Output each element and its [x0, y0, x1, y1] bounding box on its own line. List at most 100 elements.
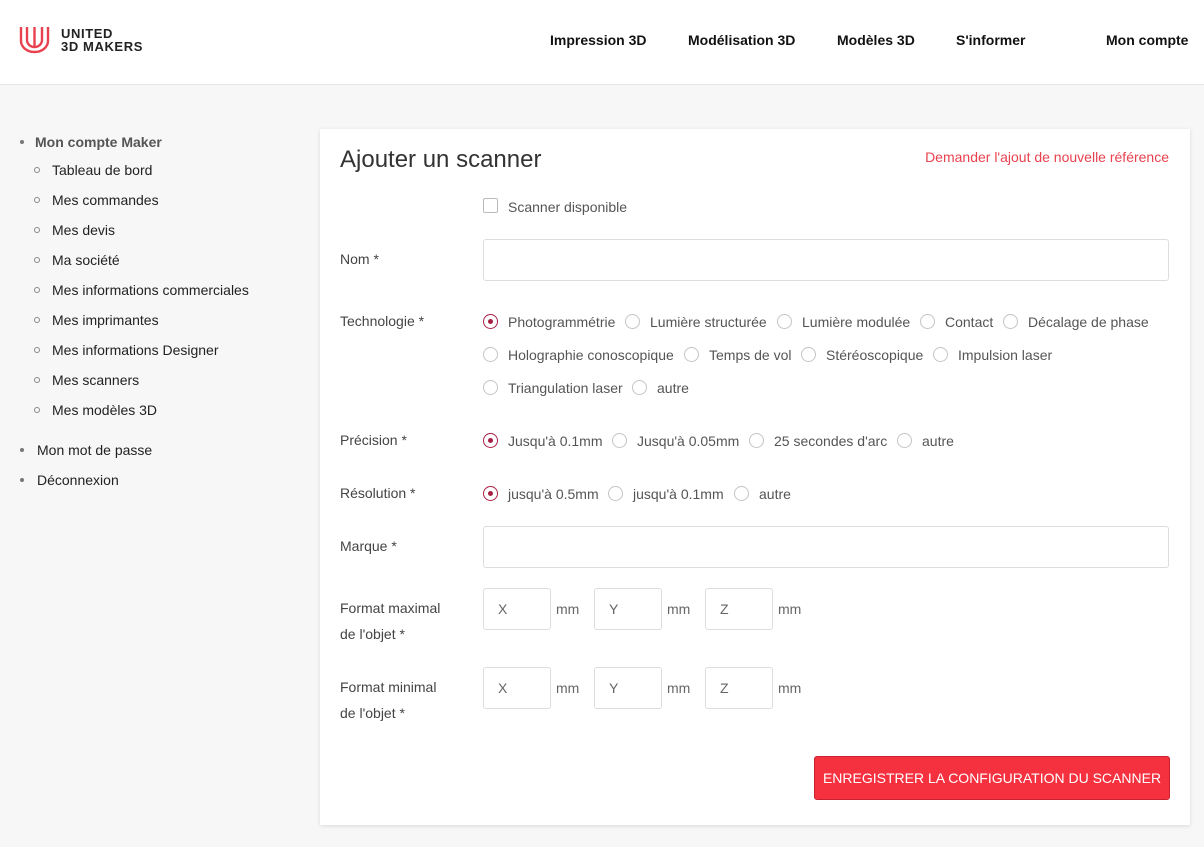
unit-label: mm: [667, 680, 691, 696]
technology-option-label[interactable]: Impulsion laser: [958, 347, 1052, 363]
unit-label: mm: [556, 601, 580, 617]
precision-option-label[interactable]: autre: [922, 433, 954, 449]
min-format-z-input[interactable]: [705, 667, 773, 709]
brand-logo[interactable]: UNITED 3D MAKERS: [19, 25, 143, 54]
max-format-x-input[interactable]: [483, 588, 551, 630]
technology-radio-photogrammetrie[interactable]: [483, 314, 498, 329]
circle-bullet-icon: [34, 197, 40, 203]
technology-option-label[interactable]: Photogrammétrie: [508, 314, 615, 330]
unit-label: mm: [778, 680, 802, 696]
bullet-icon: [20, 478, 24, 482]
min-format-label: Format minimal de l'objet *: [340, 674, 436, 726]
technology-radio-autre[interactable]: [632, 380, 647, 395]
technology-option-label[interactable]: Holographie conoscopique: [508, 347, 674, 363]
circle-bullet-icon: [34, 257, 40, 263]
technology-option-label[interactable]: Décalage de phase: [1028, 314, 1149, 330]
resolution-option-label[interactable]: autre: [759, 486, 791, 502]
precision-radio-0-1mm[interactable]: [483, 433, 498, 448]
united-3d-makers-logo-icon: [19, 27, 50, 54]
technology-label: Technologie *: [340, 313, 425, 329]
sidebar-section-label: Mon compte Maker: [35, 134, 162, 150]
circle-bullet-icon: [34, 167, 40, 173]
nav-mon-compte[interactable]: Mon compte: [1106, 32, 1188, 48]
sidebar-item-label: Mes scanners: [52, 372, 140, 388]
technology-radio-holographie-conoscopique[interactable]: [483, 347, 498, 362]
scanner-available-checkbox[interactable]: [483, 198, 498, 213]
logo-line-2: 3D MAKERS: [61, 38, 143, 54]
min-format-x-input[interactable]: [483, 667, 551, 709]
min-format-y-input[interactable]: [594, 667, 662, 709]
nav-modeles-3d[interactable]: Modèles 3D: [837, 32, 915, 48]
sidebar-item-label: Mes modèles 3D: [52, 402, 158, 418]
max-format-label: Format maximal de l'objet *: [340, 595, 440, 647]
resolution-radio-autre[interactable]: [734, 486, 749, 501]
resolution-radio-0-5mm[interactable]: [483, 486, 498, 501]
technology-radio-lumiere-structuree[interactable]: [625, 314, 640, 329]
precision-label: Précision *: [340, 432, 407, 448]
min-format-label-line-2: de l'objet *: [340, 705, 405, 721]
technology-radio-temps-de-vol[interactable]: [684, 347, 699, 362]
brand-input[interactable]: [483, 526, 1169, 568]
max-format-label-line-1: Format maximal: [340, 600, 441, 616]
technology-option-label[interactable]: Lumière structurée: [650, 314, 767, 330]
technology-option-label[interactable]: Stéréoscopique: [826, 347, 923, 363]
logo-text: UNITED 3D MAKERS: [61, 27, 143, 53]
nav-modelisation-3d[interactable]: Modélisation 3D: [688, 32, 795, 48]
unit-label: mm: [778, 601, 802, 617]
add-scanner-form: Ajouter un scanner Demander l'ajout de n…: [320, 129, 1190, 825]
technology-radio-impulsion-laser[interactable]: [933, 347, 948, 362]
unit-label: mm: [556, 680, 580, 696]
name-input[interactable]: [483, 239, 1169, 281]
resolution-option-label[interactable]: jusqu'à 0.1mm: [633, 486, 724, 502]
sidebar-item-label: Ma société: [52, 252, 120, 268]
circle-bullet-icon: [34, 227, 40, 233]
technology-option-label[interactable]: Triangulation laser: [508, 380, 623, 396]
technology-radio-stereoscopique[interactable]: [801, 347, 816, 362]
nav-impression-3d[interactable]: Impression 3D: [550, 32, 646, 48]
circle-bullet-icon: [34, 407, 40, 413]
precision-option-label[interactable]: Jusqu'à 0.05mm: [637, 433, 739, 449]
max-format-label-line-2: de l'objet *: [340, 626, 405, 642]
precision-option-label[interactable]: 25 secondes d'arc: [774, 433, 887, 449]
sidebar-item-label: Mes commandes: [52, 192, 159, 208]
logo-line-1: UNITED: [61, 25, 113, 41]
sidebar-item-label: Mon mot de passe: [37, 442, 153, 458]
technology-option-label[interactable]: Lumière modulée: [802, 314, 910, 330]
page-title: Ajouter un scanner: [340, 146, 542, 173]
name-label: Nom *: [340, 251, 379, 267]
min-format-label-line-1: Format minimal: [340, 679, 437, 695]
circle-bullet-icon: [34, 347, 40, 353]
sidebar-item-label: Déconnexion: [37, 472, 119, 488]
circle-bullet-icon: [34, 317, 40, 323]
resolution-radio-0-1mm[interactable]: [608, 486, 623, 501]
precision-radio-autre[interactable]: [897, 433, 912, 448]
unit-label: mm: [667, 601, 691, 617]
circle-bullet-icon: [34, 287, 40, 293]
technology-radio-decalage-de-phase[interactable]: [1003, 314, 1018, 329]
bullet-icon: [20, 448, 24, 452]
bullet-icon: [20, 140, 24, 144]
technology-option-label[interactable]: Contact: [945, 314, 993, 330]
brand-label: Marque *: [340, 538, 397, 554]
scanner-available-label[interactable]: Scanner disponible: [508, 199, 627, 215]
technology-radio-lumiere-modulee[interactable]: [777, 314, 792, 329]
technology-radio-triangulation-laser[interactable]: [483, 380, 498, 395]
request-new-reference-link[interactable]: Demander l'ajout de nouvelle référence: [925, 149, 1169, 165]
technology-radio-contact[interactable]: [920, 314, 935, 329]
resolution-option-label[interactable]: jusqu'à 0.5mm: [508, 486, 599, 502]
resolution-label: Résolution *: [340, 485, 416, 501]
sidebar-item-label: Mes imprimantes: [52, 312, 159, 328]
sidebar-item-label: Mes informations Designer: [52, 342, 219, 358]
precision-radio-0-05mm[interactable]: [612, 433, 627, 448]
circle-bullet-icon: [34, 377, 40, 383]
save-scanner-configuration-button[interactable]: ENREGISTRER LA CONFIGURATION DU SCANNER: [814, 756, 1170, 800]
technology-option-label[interactable]: Temps de vol: [709, 347, 791, 363]
precision-radio-25-secondes-arc[interactable]: [749, 433, 764, 448]
technology-option-label[interactable]: autre: [657, 380, 689, 396]
precision-option-label[interactable]: Jusqu'à 0.1mm: [508, 433, 603, 449]
max-format-z-input[interactable]: [705, 588, 773, 630]
max-format-y-input[interactable]: [594, 588, 662, 630]
nav-s-informer[interactable]: S'informer: [956, 32, 1025, 48]
site-header: UNITED 3D MAKERS Impression 3D Modélisat…: [0, 0, 1204, 85]
sidebar-item-label: Mes devis: [52, 222, 116, 238]
